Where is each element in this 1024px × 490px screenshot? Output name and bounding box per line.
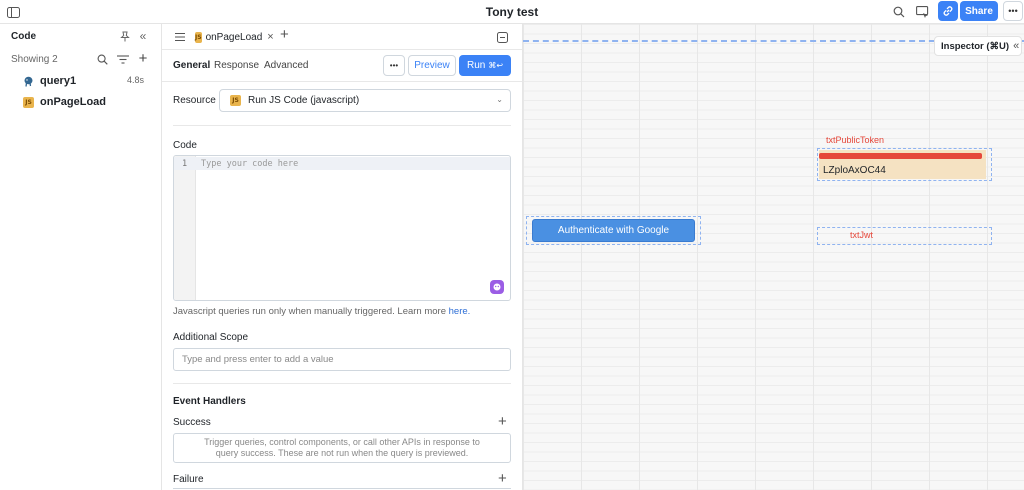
preview-app-icon[interactable] [914, 4, 930, 20]
query-editor-panel: JS onPageLoad × + General Response Advan… [162, 24, 523, 490]
share-button[interactable]: Share [960, 1, 998, 21]
add-query-icon[interactable]: + [136, 50, 150, 67]
inspector-label: Inspector (⌘U) [941, 40, 1010, 52]
redaction-bar [819, 153, 982, 159]
tab-onpageload[interactable]: JS onPageLoad × [195, 29, 274, 45]
showing-count: Showing 2 [11, 54, 58, 65]
tab-advanced[interactable]: Advanced [264, 60, 308, 71]
help-link[interactable]: here. [449, 306, 471, 317]
scope-label: Additional Scope [173, 332, 249, 343]
preview-button[interactable]: Preview [408, 55, 456, 76]
success-handlers-empty: Trigger queries, control components, or … [173, 433, 511, 463]
query-name: onPageLoad [40, 96, 107, 108]
jwt-label: txtJwt [850, 230, 874, 240]
help-text-body: Javascript queries run only when manuall… [173, 306, 446, 317]
collapse-left-icon[interactable]: « [136, 29, 150, 43]
event-handlers-label: Event Handlers [173, 396, 246, 407]
line-gutter [174, 156, 196, 300]
code-editor[interactable]: 1 Type your code here [173, 155, 511, 301]
public-token-text[interactable]: LZploAxOC44 [819, 150, 986, 179]
menu-icon[interactable] [174, 31, 186, 43]
app-canvas[interactable]: Inspector (⌘U) « Authenticate with Googl… [523, 24, 1024, 490]
minimize-panel-icon[interactable] [497, 32, 508, 43]
expand-inspector-icon: « [1013, 40, 1020, 52]
line-number: 1 [182, 159, 188, 169]
tab-general[interactable]: General [173, 60, 210, 71]
top-bar: Tony test Share ••• [0, 0, 1024, 24]
divider [173, 125, 511, 126]
public-token-value: LZploAxOC44 [823, 165, 886, 176]
query-item-query1[interactable]: query1 4.8s [0, 71, 161, 91]
run-label: Run [466, 60, 486, 71]
tab-onpageload-label: onPageLoad [205, 31, 263, 43]
authenticate-google-button[interactable]: Authenticate with Google [532, 219, 695, 242]
more-options-button[interactable]: ••• [1003, 1, 1023, 21]
query-duration: 4.8s [126, 75, 144, 85]
failure-label: Failure [173, 474, 204, 485]
divider [173, 383, 511, 384]
resource-select[interactable]: JS Run JS Code (javascript) ⌄ [219, 89, 511, 112]
query-item-onpageload[interactable]: JS onPageLoad [0, 92, 161, 112]
chevron-down-icon: ⌄ [496, 95, 503, 104]
pin-icon[interactable] [118, 29, 132, 43]
add-tab-icon[interactable]: + [280, 26, 289, 43]
search-icon[interactable] [891, 4, 907, 20]
run-shortcut: ⌘↩ [488, 61, 504, 70]
success-label: Success [173, 417, 211, 428]
resource-value: Run JS Code (javascript) [248, 95, 360, 106]
link-icon [943, 6, 953, 16]
code-label: Code [173, 140, 197, 151]
search-queries-icon[interactable] [96, 53, 109, 66]
postgres-icon [23, 76, 34, 87]
add-failure-handler-icon[interactable]: + [498, 470, 507, 487]
code-panel: Code « Showing 2 + query1 4.8s JS onPage… [0, 24, 162, 490]
query-more-button[interactable]: ••• [383, 55, 405, 76]
copy-link-button[interactable] [938, 1, 958, 21]
tab-response[interactable]: Response [214, 60, 259, 71]
js-icon: JS [195, 31, 202, 43]
js-icon: JS [230, 95, 241, 106]
query-name: query1 [40, 75, 77, 87]
jwt-frame[interactable] [817, 227, 992, 245]
public-token-label: txtPublicToken [826, 135, 885, 145]
help-text: Javascript queries run only when manuall… [173, 306, 470, 317]
code-panel-title: Code [11, 31, 36, 42]
js-icon: JS [23, 96, 34, 108]
close-tab-icon[interactable]: × [267, 31, 273, 43]
ai-assist-icon[interactable] [490, 280, 504, 294]
app-title: Tony test [485, 5, 539, 19]
add-success-handler-icon[interactable]: + [498, 413, 507, 430]
more-icon: ••• [1008, 6, 1018, 16]
inspector-toggle[interactable]: Inspector (⌘U) « [934, 36, 1022, 56]
code-placeholder: Type your code here [201, 159, 299, 169]
run-button[interactable]: Run ⌘↩ [459, 55, 511, 76]
filter-icon[interactable] [116, 53, 129, 66]
scope-input[interactable]: Type and press enter to add a value [173, 348, 511, 371]
resource-label: Resource [173, 95, 216, 106]
